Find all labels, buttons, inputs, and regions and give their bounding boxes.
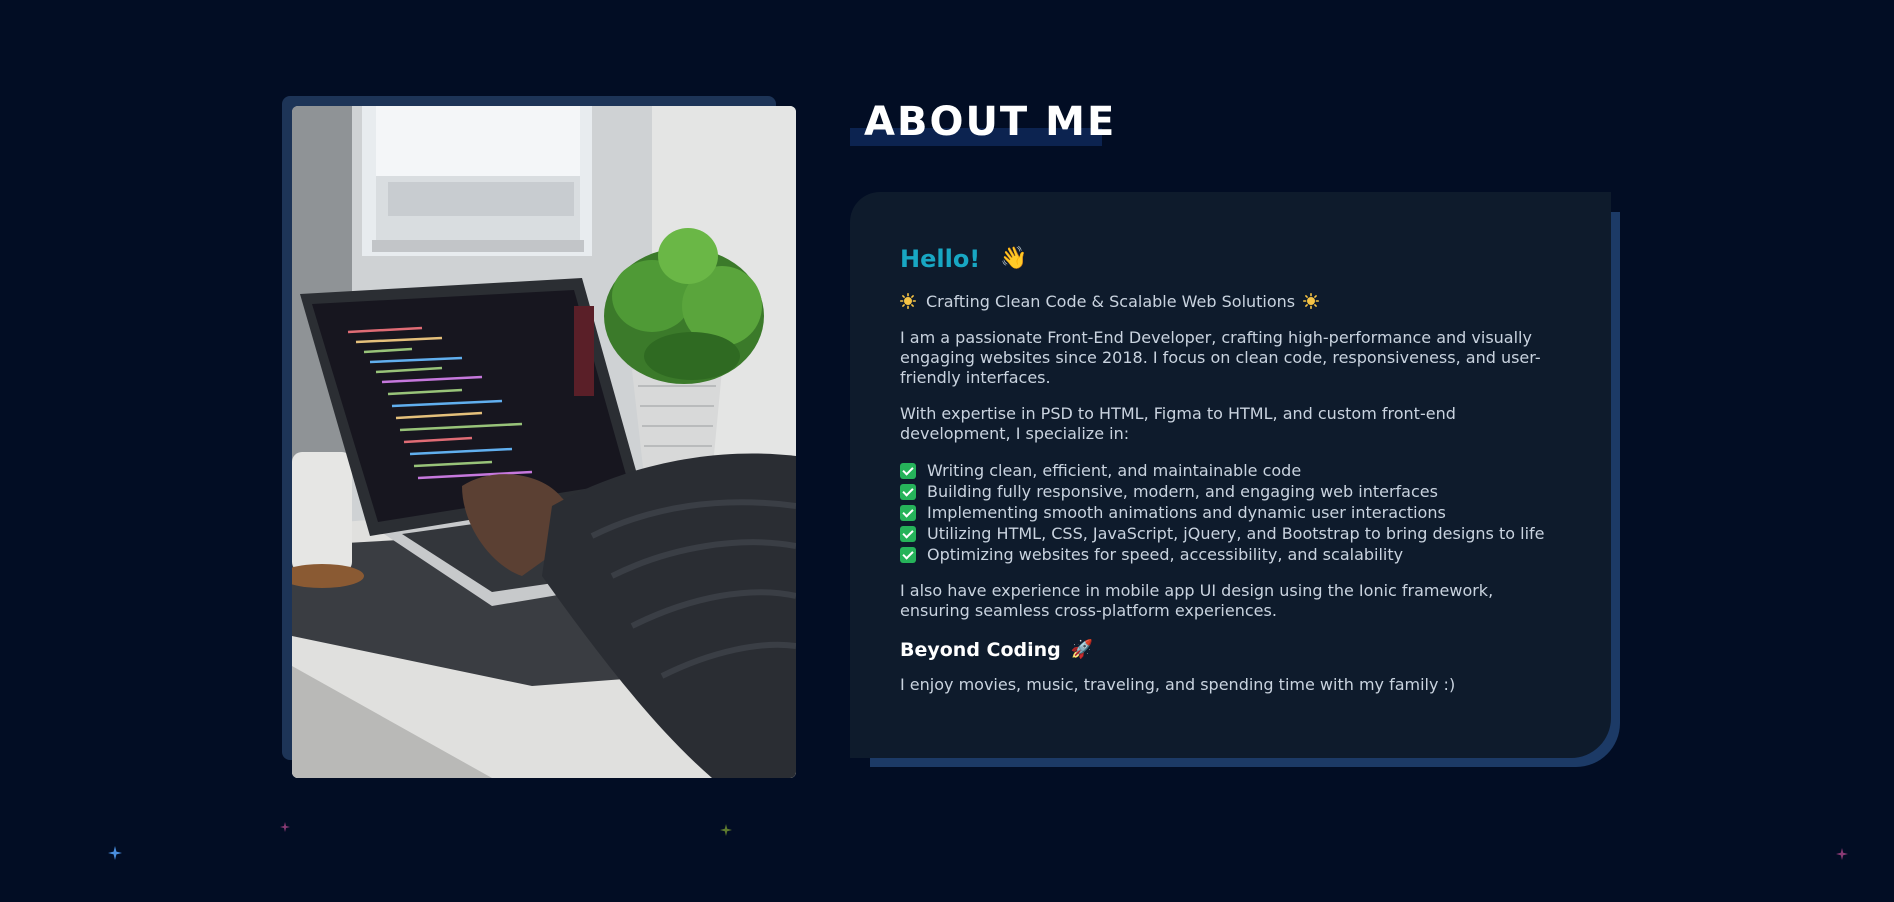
- skills-list: Writing clean, efficient, and maintainab…: [900, 460, 1561, 565]
- skill-text: Utilizing HTML, CSS, JavaScript, jQuery,…: [927, 524, 1545, 543]
- list-item: Writing clean, efficient, and maintainab…: [900, 460, 1561, 481]
- hobbies-paragraph: I enjoy movies, music, traveling, and sp…: [900, 675, 1456, 694]
- checkmark-icon: [900, 546, 916, 563]
- skill-text: Implementing smooth animations and dynam…: [927, 503, 1446, 522]
- rocket-icon: 🚀: [1070, 639, 1094, 660]
- greeting: Hello! 👋: [900, 242, 1561, 276]
- skill-text: Building fully responsive, modern, and e…: [927, 482, 1438, 501]
- intro-paragraph: I am a passionate Front-End Developer, c…: [900, 328, 1541, 387]
- checkmark-icon: [900, 525, 916, 542]
- list-item: Optimizing websites for speed, accessibi…: [900, 544, 1561, 565]
- beyond-coding-heading: Beyond Coding 🚀: [900, 637, 1561, 663]
- about-card: Hello! 👋 Crafting Clean Code & Scalable …: [850, 192, 1611, 758]
- sparkle-icon: [1836, 848, 1848, 860]
- beyond-coding-title: Beyond Coding: [900, 639, 1061, 661]
- sparkle-icon: [108, 846, 122, 860]
- waving-hand-icon: 👋: [1000, 246, 1028, 271]
- page-title: ABOUT ME: [864, 99, 1117, 145]
- list-item: Implementing smooth animations and dynam…: [900, 502, 1561, 523]
- checkmark-icon: [900, 462, 916, 479]
- tagline-text: Crafting Clean Code & Scalable Web Solut…: [926, 291, 1296, 311]
- sparkle-icon: [720, 824, 732, 836]
- mobile-paragraph: I also have experience in mobile app UI …: [900, 581, 1494, 620]
- expertise-paragraph: With expertise in PSD to HTML, Figma to …: [900, 404, 1456, 443]
- sparkle-icon: [280, 822, 290, 832]
- sun-icon: [900, 293, 916, 309]
- greeting-text: Hello!: [900, 245, 981, 273]
- list-item: Building fully responsive, modern, and e…: [900, 481, 1561, 502]
- about-photo: [292, 106, 796, 778]
- list-item: Utilizing HTML, CSS, JavaScript, jQuery,…: [900, 523, 1561, 544]
- sun-icon: [1303, 293, 1320, 309]
- skill-text: Optimizing websites for speed, accessibi…: [927, 545, 1404, 564]
- skill-text: Writing clean, efficient, and maintainab…: [927, 461, 1302, 480]
- tagline: Crafting Clean Code & Scalable Web Solut…: [900, 290, 1561, 312]
- checkmark-icon: [900, 504, 916, 521]
- checkmark-icon: [900, 483, 916, 500]
